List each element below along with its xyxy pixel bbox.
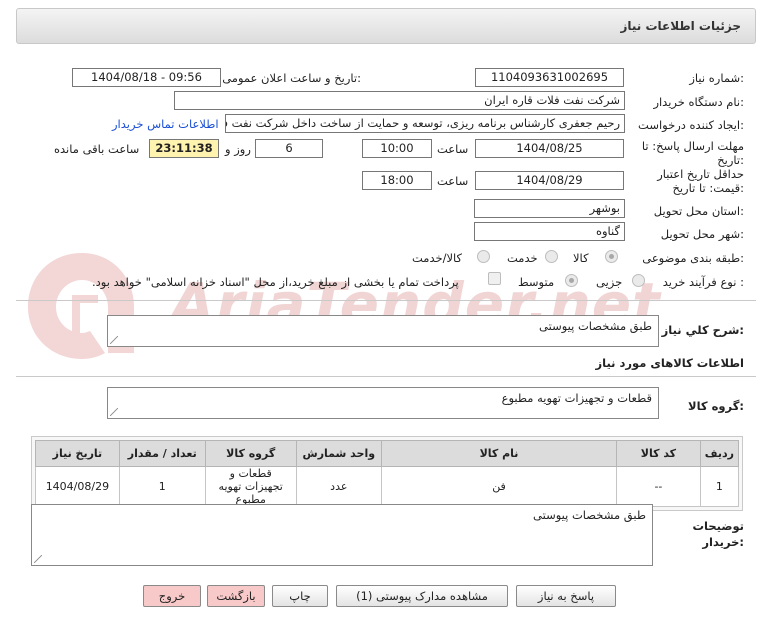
price-validity-time-field: 18:00 bbox=[362, 171, 432, 190]
deadline-time-label: ساعت bbox=[437, 142, 469, 156]
remaining-days-field: 6 bbox=[255, 139, 323, 158]
process-radio-minor[interactable] bbox=[632, 274, 645, 287]
purchase-process-label: نوع فرآیند خرید : bbox=[662, 275, 744, 289]
buyer-org-label: نام دستگاه خریدار: bbox=[653, 95, 744, 109]
description-textarea[interactable]: طبق مشخصات پیوستی bbox=[107, 315, 659, 347]
description-text: طبق مشخصات پیوستی bbox=[539, 319, 652, 333]
remaining-time-label: ساعت باقی مانده bbox=[54, 142, 140, 156]
cell-date: 1404/08/29 bbox=[35, 466, 120, 507]
price-validity-date-field: 1404/08/29 bbox=[475, 171, 624, 190]
table-row[interactable]: 1 -- فن عدد قطعات و تجهیزات تهویه مطبوع … bbox=[35, 466, 740, 507]
category-label: طبقه بندی موضوعی: bbox=[642, 251, 744, 265]
price-validity-label-line1: حداقل تاریخ اعتبار bbox=[657, 167, 744, 181]
view-attachments-button[interactable]: مشاهده مدارک پیوستی (1) bbox=[336, 585, 508, 607]
divider bbox=[16, 300, 756, 301]
reply-button[interactable]: پاسخ به نیاز bbox=[516, 585, 616, 607]
col-header-code: کد کالا bbox=[616, 440, 701, 467]
cell-code: -- bbox=[616, 466, 701, 507]
goods-group-label: گروه کالا: bbox=[688, 399, 744, 413]
treasury-payment-note: پرداخت تمام یا بخشی از مبلغ خرید،از محل … bbox=[92, 275, 459, 289]
buyer-org-field: شرکت نفت فلات قاره ایران bbox=[174, 91, 625, 110]
exit-button[interactable]: خروج bbox=[143, 585, 201, 607]
treasury-payment-checkbox[interactable] bbox=[488, 272, 501, 285]
buyer-notes-label-line2: خریدار: bbox=[702, 535, 744, 549]
resize-handle-icon[interactable] bbox=[110, 408, 118, 416]
province-field: بوشهر bbox=[474, 199, 625, 218]
announce-datetime-field: 1404/08/18 - 09:56 bbox=[72, 68, 221, 87]
category-radio-goods[interactable] bbox=[605, 250, 618, 263]
province-label: استان محل تحویل: bbox=[653, 204, 744, 218]
process-option-medium: متوسط bbox=[518, 275, 555, 289]
price-validity-label-line2: قیمت: تا تاریخ: bbox=[672, 181, 744, 195]
price-validity-time-label: ساعت bbox=[437, 174, 469, 188]
items-table: ردیف کد کالا نام کالا واحد شمارش گروه کا… bbox=[35, 440, 740, 507]
process-radio-medium[interactable] bbox=[565, 274, 578, 287]
page-title: جزئیات اطلاعات نیاز bbox=[620, 19, 741, 33]
col-header-unit: واحد شمارش bbox=[295, 440, 382, 467]
items-table-container: ردیف کد کالا نام کالا واحد شمارش گروه کا… bbox=[31, 436, 743, 511]
watermark: AriaTender.net bbox=[20, 245, 740, 365]
deadline-label-line2: تاریخ: bbox=[717, 153, 744, 167]
remaining-time-field: 23:11:38 bbox=[149, 139, 219, 158]
col-header-date: تاریخ نیاز bbox=[35, 440, 120, 467]
deadline-label-line1: مهلت ارسال پاسخ: تا bbox=[641, 139, 744, 153]
category-radio-service[interactable] bbox=[545, 250, 558, 263]
buyer-contact-link[interactable]: اطلاعات تماس خریدار bbox=[112, 117, 219, 131]
page-header: جزئیات اطلاعات نیاز bbox=[16, 8, 756, 44]
city-field: گناوه bbox=[474, 222, 625, 241]
buyer-notes-label-line1: توضیحات bbox=[692, 519, 745, 533]
goods-group-text: قطعات و تجهیزات تهویه مطبوع bbox=[501, 391, 652, 405]
cell-name: فن bbox=[380, 466, 618, 507]
category-option-service: خدمت bbox=[507, 251, 538, 265]
col-header-qty: تعداد / مقدار bbox=[118, 440, 206, 467]
remaining-days-label: روز و bbox=[225, 142, 251, 156]
cell-unit: عدد bbox=[295, 466, 382, 507]
col-header-name: نام کالا bbox=[380, 440, 618, 467]
buyer-notes-textarea[interactable]: طبق مشخصات پیوستی bbox=[31, 504, 653, 566]
announce-datetime-label: تاریخ و ساعت اعلان عمومی: bbox=[222, 71, 361, 85]
goods-group-textarea[interactable]: قطعات و تجهیزات تهویه مطبوع bbox=[107, 387, 659, 419]
city-label: شهر محل تحویل: bbox=[660, 227, 744, 241]
description-label: شرح كلي نياز: bbox=[661, 323, 744, 337]
category-option-goods-service: کالا/خدمت bbox=[412, 251, 463, 265]
deadline-time-field: 10:00 bbox=[362, 139, 432, 158]
watermark-logo-icon bbox=[28, 253, 134, 359]
divider bbox=[16, 376, 756, 377]
category-radio-goods-service[interactable] bbox=[477, 250, 490, 263]
buyer-notes-text: طبق مشخصات پیوستی bbox=[533, 508, 646, 522]
resize-handle-icon[interactable] bbox=[34, 555, 42, 563]
print-button[interactable]: چاپ bbox=[272, 585, 328, 607]
cell-qty: 1 bbox=[118, 466, 206, 507]
col-header-group: گروه کالا bbox=[204, 440, 297, 467]
requester-label: ایجاد کننده درخواست: bbox=[638, 118, 744, 132]
col-header-row: ردیف bbox=[699, 440, 740, 467]
table-header-row: ردیف کد کالا نام کالا واحد شمارش گروه کا… bbox=[35, 440, 740, 467]
need-number-field: 1104093631002695 bbox=[475, 68, 624, 87]
cell-row: 1 bbox=[699, 466, 740, 507]
category-option-goods: کالا bbox=[573, 251, 589, 265]
requester-field: رحیم جعفری کارشناس برنامه ریزی، توسعه و … bbox=[225, 114, 625, 133]
resize-handle-icon[interactable] bbox=[110, 336, 118, 344]
need-number-label: شماره نیاز: bbox=[689, 71, 744, 85]
process-option-minor: جزیی bbox=[596, 275, 623, 289]
back-button[interactable]: بازگشت bbox=[207, 585, 265, 607]
deadline-date-field: 1404/08/25 bbox=[475, 139, 624, 158]
cell-group: قطعات و تجهیزات تهویه مطبوع bbox=[204, 466, 297, 507]
goods-section-title: اطلاعات کالاهای مورد نیاز bbox=[595, 356, 744, 370]
